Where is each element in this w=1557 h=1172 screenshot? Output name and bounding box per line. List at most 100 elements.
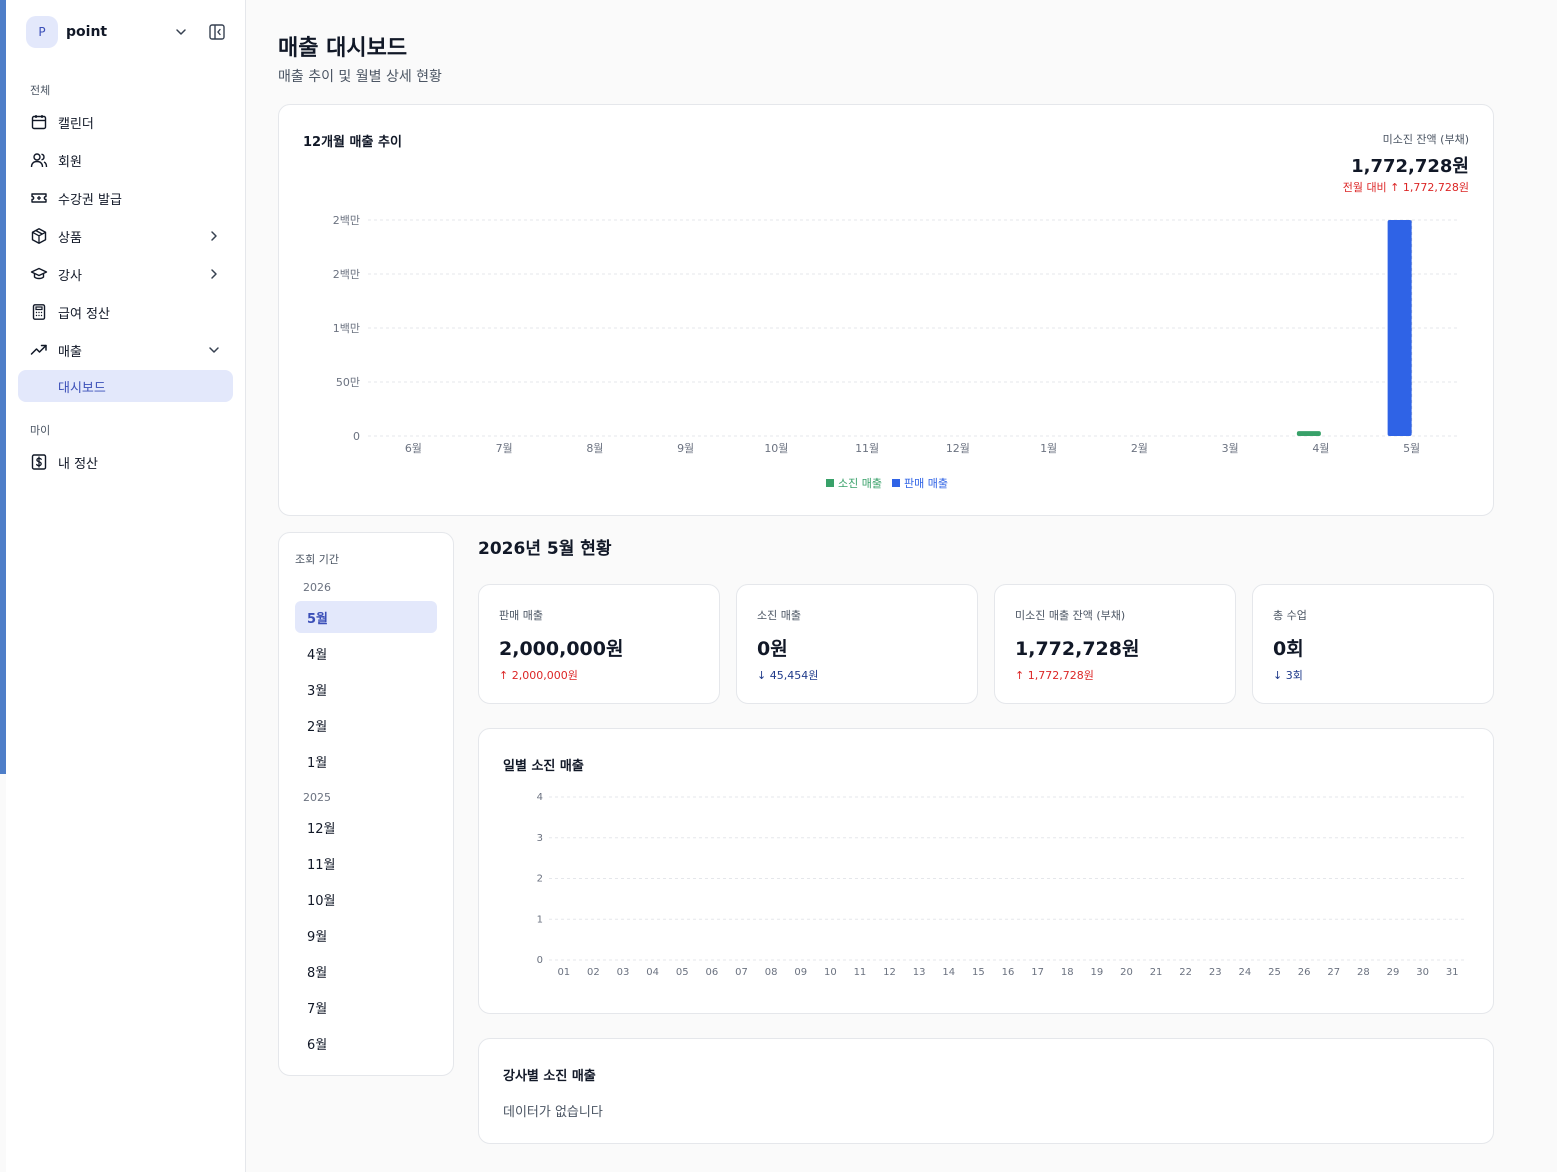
period-label: 조회 기간 — [295, 553, 339, 566]
empty-state-text: 데이터가 없습니다 — [503, 1105, 603, 1120]
page-title: 매출 대시보드 — [278, 36, 408, 61]
x-tick-label: 8월 — [586, 442, 603, 455]
month-item[interactable]: 10월 — [295, 883, 437, 915]
chart-legend: 소진 매출 판매 매출 — [279, 475, 1495, 491]
x-tick-label: 14 — [942, 967, 955, 978]
sidebar-item-members[interactable]: 회원 — [18, 144, 233, 176]
bar-consumed — [1296, 431, 1321, 436]
x-tick-label: 2월 — [1131, 442, 1148, 455]
x-tick-label: 11 — [854, 967, 867, 978]
x-tick-label: 10월 — [764, 442, 788, 455]
x-tick-label: 04 — [646, 967, 659, 978]
status-title: 2026년 5월 현황 — [478, 539, 612, 559]
daily-chart-card: 0 1 2 3 4 01 02 03 04 05 06 07 08 09 10 11 12 13 14 15 16 17 1… — [478, 728, 1494, 1014]
bar-sales — [1387, 220, 1412, 436]
y-tick-label: 1 — [537, 914, 543, 925]
month-item[interactable]: 2월 — [295, 709, 437, 741]
calculator-icon — [30, 303, 48, 321]
sidebar-item-my-settlement[interactable]: 내 정산 — [18, 446, 233, 478]
x-tick-label: 26 — [1298, 967, 1311, 978]
section-label-my: 마이 — [30, 424, 51, 437]
x-tick-label: 06 — [706, 967, 719, 978]
x-tick-label: 4월 — [1312, 442, 1329, 455]
month-item[interactable]: 5월 — [295, 601, 437, 633]
month-item[interactable]: 1월 — [295, 745, 437, 777]
section-label-all: 전체 — [30, 84, 51, 97]
x-tick-label: 15 — [972, 967, 985, 978]
stat-delta: ↑ 2,000,000원 — [499, 669, 578, 682]
sidebar-subitem-dashboard[interactable]: 대시보드 — [18, 370, 233, 402]
sidebar-item-payroll[interactable]: 급여 정산 — [18, 296, 233, 328]
x-tick-label: 3월 — [1222, 442, 1239, 455]
y-tick-label: 3 — [537, 833, 543, 844]
x-tick-label: 17 — [1031, 967, 1044, 978]
sidebar-item-sales[interactable]: 매출 — [18, 334, 233, 366]
legend-item-sales[interactable]: 판매 매출 — [892, 475, 948, 491]
year-label: 2026 — [303, 581, 331, 594]
month-item[interactable]: 11월 — [295, 847, 437, 879]
sidebar-item-label: 강사 — [58, 268, 82, 284]
stat-value: 1,772,728원 — [1015, 638, 1140, 660]
x-tick-label: 7월 — [496, 442, 513, 455]
workspace-name: point — [66, 24, 108, 40]
x-tick-label: 18 — [1061, 967, 1074, 978]
workspace-switcher[interactable]: P point — [26, 16, 234, 48]
box-icon — [30, 227, 48, 245]
y-tick-label: 2 — [537, 874, 543, 885]
y-tick-label: 0 — [537, 955, 543, 966]
teacher-sales-title: 강사별 소진 매출 — [503, 1069, 596, 1084]
stat-label: 판매 매출 — [499, 609, 543, 622]
x-tick-label: 10 — [824, 967, 837, 978]
stat-card-unconsumed-balance: 미소진 매출 잔액 (부채) 1,772,728원 ↑ 1,772,728원 — [994, 584, 1236, 704]
legend-item-consumed[interactable]: 소진 매출 — [826, 475, 882, 491]
month-item[interactable]: 8월 — [295, 955, 437, 987]
x-tick-label: 23 — [1209, 967, 1222, 978]
stat-card-consumed: 소진 매출 0원 ↓ 45,454원 — [736, 584, 978, 704]
daily-chart: 0123401 02 03 04 05 06 07 08 09 10 11 12 13 14 15 16 17 1… — [537, 792, 1467, 978]
chevron-down-icon[interactable] — [174, 25, 188, 39]
sidebar-item-label: 캘린더 — [58, 116, 94, 132]
chevron-down-icon — [209, 347, 219, 353]
x-tick-label: 29 — [1387, 967, 1400, 978]
x-tick-label: 25 — [1268, 967, 1281, 978]
sidebar-item-pass-issue[interactable]: 수강권 발급 — [18, 182, 233, 214]
month-item[interactable]: 9월 — [295, 919, 437, 951]
x-tick-label: 24 — [1239, 967, 1252, 978]
trending-up-icon — [30, 341, 48, 359]
x-tick-label: 19 — [1090, 967, 1103, 978]
month-item[interactable]: 3월 — [295, 673, 437, 705]
x-tick-label: 21 — [1150, 967, 1163, 978]
sidebar-item-label: 내 정산 — [58, 456, 99, 472]
sidebar-collapse-icon[interactable] — [208, 23, 226, 41]
x-tick-label: 09 — [794, 967, 807, 978]
month-item[interactable]: 4월 — [295, 637, 437, 669]
x-tick-label: 11월 — [855, 442, 879, 455]
sidebar-item-instructors[interactable]: 강사 — [18, 258, 233, 290]
x-tick-label: 28 — [1357, 967, 1370, 978]
x-tick-label: 9월 — [677, 442, 694, 455]
x-tick-label: 16 — [1002, 967, 1015, 978]
x-tick-label: 02 — [587, 967, 600, 978]
legend-label: 소진 매출 — [838, 477, 882, 490]
x-tick-label: 6월 — [405, 442, 422, 455]
page-subtitle: 매출 추이 및 월별 상세 현황 — [278, 69, 442, 85]
stat-value: 2,000,000원 — [499, 638, 624, 660]
sidebar-item-products[interactable]: 상품 — [18, 220, 233, 252]
dollar-square-icon — [30, 453, 48, 471]
x-tick-label: 5월 — [1403, 442, 1420, 455]
month-item[interactable]: 7월 — [295, 991, 437, 1023]
sidebar-item-label: 매출 — [58, 344, 82, 360]
calendar-icon — [30, 113, 48, 131]
y-tick-label: 2백만 — [333, 268, 360, 281]
trend-chart: 0 50만 1백만 2백만 2백만 6월 7월 8월 9월 10월 11월 12월 1월 2월 3월 4월 5월 — [333, 214, 1457, 455]
month-item[interactable]: 12월 — [295, 811, 437, 843]
y-tick-label: 1백만 — [333, 322, 360, 335]
trend-chart-card: 0 50만 1백만 2백만 2백만 6월 7월 8월 9월 10월 11월 12월 1월 2월 3월 4월 5월… — [278, 104, 1494, 516]
month-item[interactable]: 6월 — [295, 1027, 437, 1059]
stat-value: 0회 — [1273, 638, 1304, 660]
stat-delta: ↓ 3회 — [1273, 669, 1303, 682]
daily-chart-title: 일별 소진 매출 — [503, 759, 584, 774]
sidebar-item-calendar[interactable]: 캘린더 — [18, 106, 233, 138]
legend-label: 판매 매출 — [904, 477, 948, 490]
x-tick-label: 31 — [1446, 967, 1459, 978]
